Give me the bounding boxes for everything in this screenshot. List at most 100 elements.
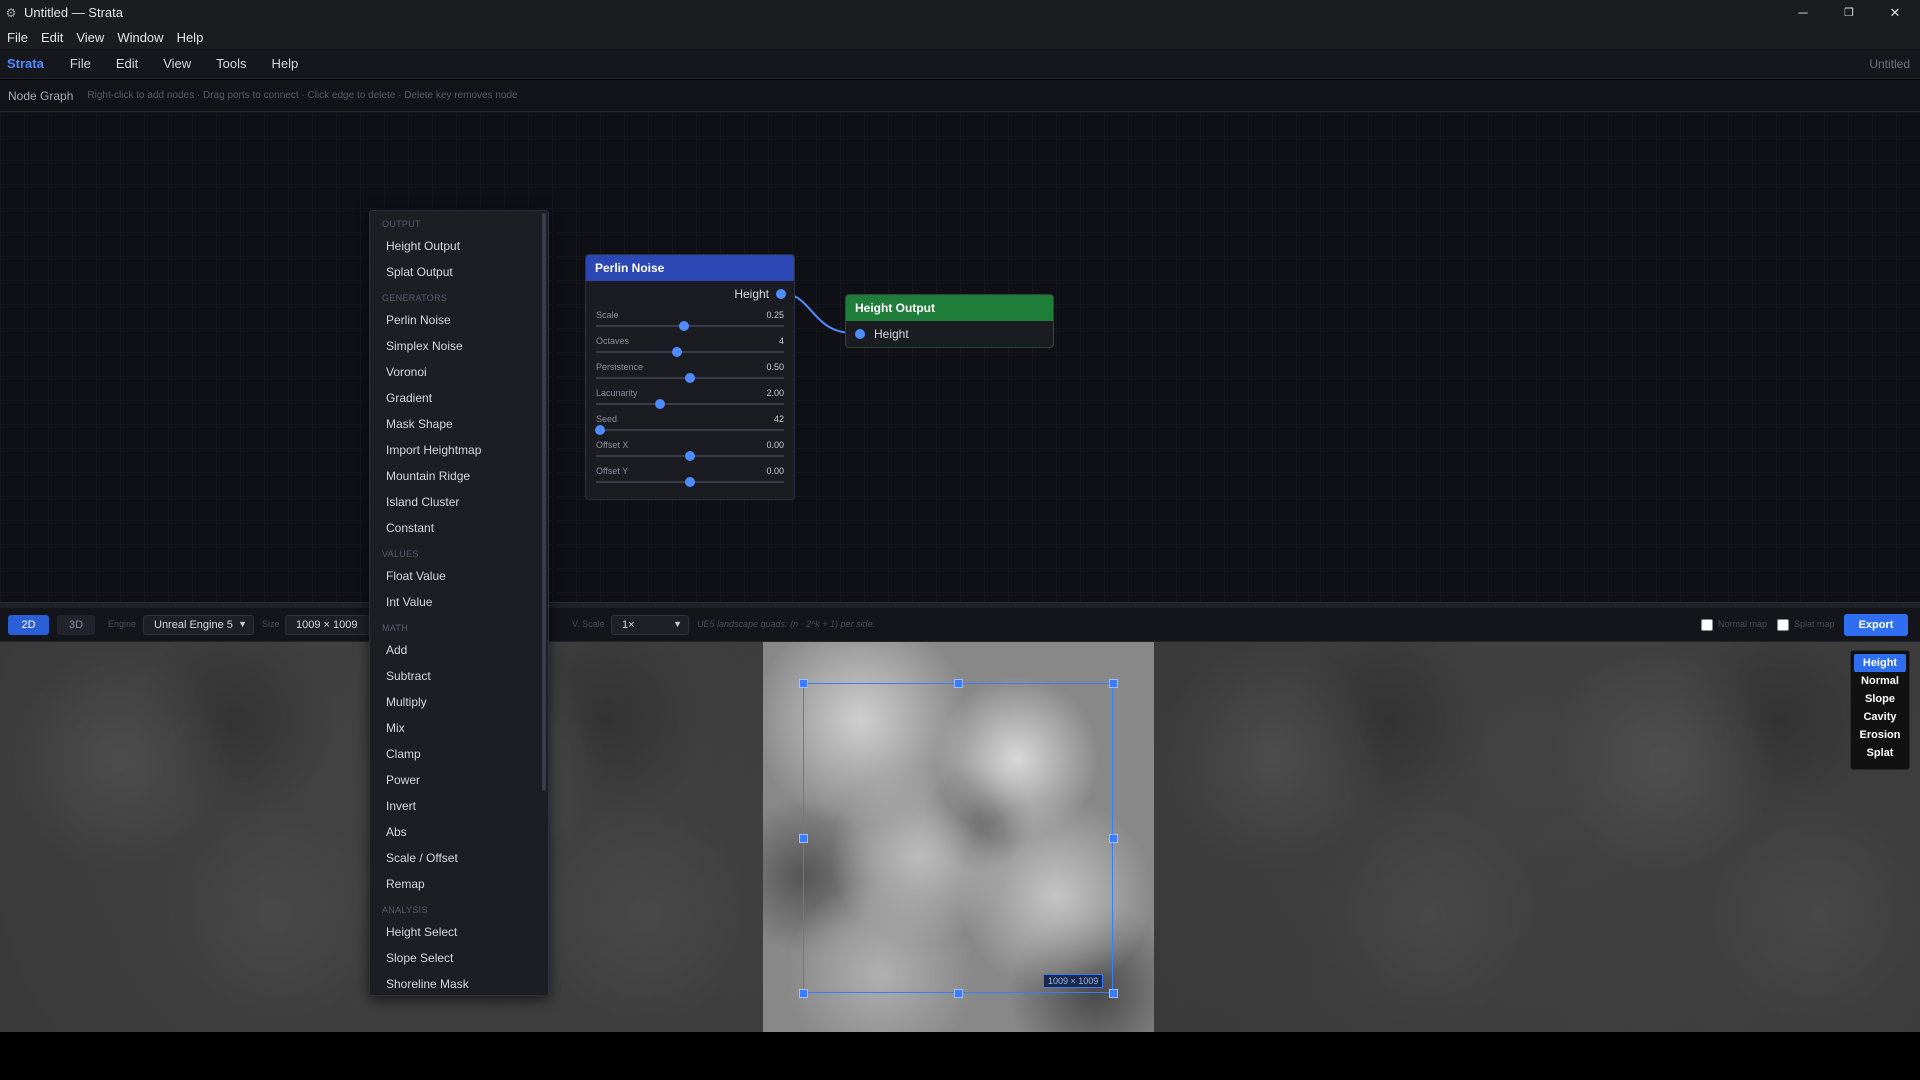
menu-item-import-heightmap[interactable]: Import Heightmap xyxy=(370,437,548,463)
export-button[interactable]: Export xyxy=(1844,614,1908,636)
height-output-title[interactable]: Height Output xyxy=(846,295,1053,321)
menu-item-simplex-noise[interactable]: Simplex Noise xyxy=(370,333,548,359)
app-menu-view[interactable]: View xyxy=(151,56,204,71)
height-output-node[interactable]: Height Output Height xyxy=(845,294,1054,348)
height-input-label: Height xyxy=(874,327,909,341)
slider-thumb[interactable] xyxy=(671,347,682,357)
slider-thumb[interactable] xyxy=(685,373,695,383)
param-offset-x: Offset X 0.00 xyxy=(586,437,794,463)
menu-item-voronoi[interactable]: Voronoi xyxy=(370,359,548,385)
param-slider[interactable] xyxy=(596,451,784,461)
context-menu-scrollbar[interactable] xyxy=(542,213,546,791)
menu-item-power[interactable]: Power xyxy=(370,767,548,793)
layer-erosion[interactable]: Erosion xyxy=(1854,726,1906,744)
menu-item-gradient[interactable]: Gradient xyxy=(370,385,548,411)
slider-thumb[interactable] xyxy=(685,477,695,487)
param-slider[interactable] xyxy=(596,399,784,409)
param-slider[interactable] xyxy=(596,373,784,383)
vscale-value: 1× xyxy=(622,619,635,631)
vscale-label: V. Scale xyxy=(572,619,605,629)
menu-item-mix[interactable]: Mix xyxy=(370,715,548,741)
resize-handle[interactable] xyxy=(799,989,808,998)
menu-item-multiply[interactable]: Multiply xyxy=(370,689,548,715)
perlin-noise-node[interactable]: Perlin Noise Height Scale 0.25 Octaves 4 Per… xyxy=(585,254,795,500)
menu-item-mask-shape[interactable]: Mask Shape xyxy=(370,411,548,437)
slider-thumb[interactable] xyxy=(594,425,605,435)
resize-handle[interactable] xyxy=(954,989,963,998)
param-slider[interactable] xyxy=(596,477,784,487)
layer-slope[interactable]: Slope xyxy=(1854,690,1906,708)
restore-button[interactable]: ❐ xyxy=(1826,0,1872,25)
app-menu-file[interactable]: File xyxy=(58,56,104,71)
menu-item-invert[interactable]: Invert xyxy=(370,793,548,819)
param-slider[interactable] xyxy=(596,347,784,357)
height-output-input-row: Height xyxy=(846,321,1053,347)
slider-thumb[interactable] xyxy=(654,399,665,409)
app-menu-edit[interactable]: Edit xyxy=(104,56,151,71)
height-input-port[interactable] xyxy=(855,329,865,339)
menu-item-add[interactable]: Add xyxy=(370,637,548,663)
resize-handle[interactable] xyxy=(1109,989,1118,998)
menu-item-float-value[interactable]: Float Value xyxy=(370,563,548,589)
menu-item-height-select[interactable]: Height Select xyxy=(370,919,548,945)
native-menu-file[interactable]: File xyxy=(0,30,34,45)
engine-select[interactable]: Unreal Engine 5 ▼ xyxy=(143,615,254,635)
slider-thumb[interactable] xyxy=(685,451,695,461)
perlin-output-port[interactable] xyxy=(776,289,786,299)
resize-handle[interactable] xyxy=(1109,834,1118,843)
connection-edge[interactable] xyxy=(0,112,1920,602)
menu-item-scale-offset[interactable]: Scale / Offset xyxy=(370,845,548,871)
minimize-button[interactable]: ─ xyxy=(1780,0,1826,25)
menu-item-mountain-ridge[interactable]: Mountain Ridge xyxy=(370,463,548,489)
menu-item-int-value[interactable]: Int Value xyxy=(370,589,548,615)
native-menu-edit[interactable]: Edit xyxy=(34,30,69,45)
layer-normal[interactable]: Normal xyxy=(1854,672,1906,690)
heightmap-tile xyxy=(1154,642,1545,1032)
menu-item-splat-output[interactable]: Splat Output xyxy=(370,259,548,285)
menu-item-slope-select[interactable]: Slope Select xyxy=(370,945,548,971)
menu-item-constant[interactable]: Constant xyxy=(370,515,548,541)
menu-item-island-cluster[interactable]: Island Cluster xyxy=(370,489,548,515)
param-label: Offset X xyxy=(596,440,629,450)
native-menu-window[interactable]: Window xyxy=(110,30,169,45)
mode-2d-button[interactable]: 2D xyxy=(8,615,49,635)
param-slider[interactable] xyxy=(596,321,784,331)
perlin-node-title[interactable]: Perlin Noise xyxy=(586,255,794,281)
mode-3d-button[interactable]: 3D xyxy=(57,615,95,635)
close-button[interactable]: ✕ xyxy=(1872,0,1918,25)
app-brand: Strata xyxy=(7,56,44,71)
node-graph-header: Node Graph Right-click to add nodes · Dr… xyxy=(0,80,1920,112)
param-slider[interactable] xyxy=(594,425,784,435)
menu-item-abs[interactable]: Abs xyxy=(370,819,548,845)
slider-thumb[interactable] xyxy=(679,321,690,331)
menu-item-remap[interactable]: Remap xyxy=(370,871,548,897)
resize-handle[interactable] xyxy=(799,679,808,688)
native-menu-view[interactable]: View xyxy=(69,30,110,45)
heightmap-viewport[interactable]: 1009 × 1009 Height Normal Slope Cavity E… xyxy=(0,642,1920,1032)
node-graph-canvas[interactable]: Perlin Noise Height Scale 0.25 Octaves 4 Per… xyxy=(0,112,1920,602)
menu-item-height-output[interactable]: Height Output xyxy=(370,233,548,259)
layer-cavity[interactable]: Cavity xyxy=(1854,708,1906,726)
splat-map-checkbox[interactable] xyxy=(1777,619,1789,631)
layer-selector: Height Normal Slope Cavity Erosion Splat xyxy=(1850,650,1910,770)
menu-item-perlin-noise[interactable]: Perlin Noise xyxy=(370,307,548,333)
resize-handle[interactable] xyxy=(954,679,963,688)
menu-item-subtract[interactable]: Subtract xyxy=(370,663,548,689)
add-node-context-menu: OUTPUT Height Output Splat Output GENERATOR… xyxy=(369,210,549,996)
menu-section-analysis: ANALYSIS xyxy=(382,905,428,915)
menu-item-clamp[interactable]: Clamp xyxy=(370,741,548,767)
app-menu-tools[interactable]: Tools xyxy=(204,56,259,71)
normal-map-checkbox[interactable] xyxy=(1701,619,1713,631)
size-select[interactable]: 1009 × 1009 xyxy=(285,615,370,635)
layer-height[interactable]: Height xyxy=(1854,654,1906,672)
native-menu-help[interactable]: Help xyxy=(170,30,210,45)
app-menu-help[interactable]: Help xyxy=(260,56,312,71)
menu-section-math: MATH xyxy=(382,623,409,633)
vscale-select[interactable]: 1× ▼ xyxy=(611,615,689,635)
resize-handle[interactable] xyxy=(799,834,808,843)
layer-splat[interactable]: Splat xyxy=(1854,744,1906,762)
menu-item-shoreline-mask[interactable]: Shoreline Mask xyxy=(370,971,548,995)
selection-box[interactable] xyxy=(799,679,1118,998)
perlin-output-row: Height xyxy=(586,281,794,307)
resize-handle[interactable] xyxy=(1109,679,1118,688)
